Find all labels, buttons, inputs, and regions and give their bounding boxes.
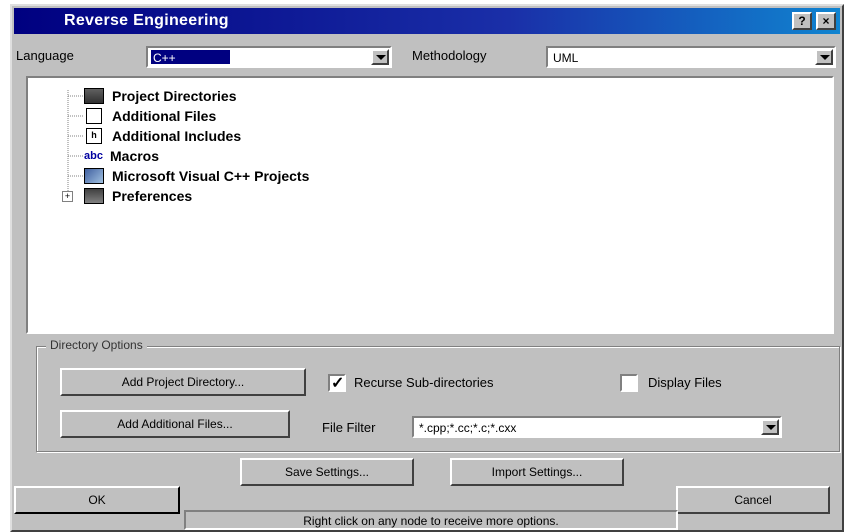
macro-icon: abc [84,150,103,162]
include-icon: h [86,128,102,144]
tree-item-macros[interactable]: abc Macros [84,146,159,166]
file-icon [86,108,102,124]
tree-item-additional-includes[interactable]: h Additional Includes [84,126,241,146]
status-bar: Right click on any node to receive more … [184,510,678,530]
vc-project-icon [84,168,104,184]
folder-icon [84,88,104,104]
display-files-checkbox[interactable] [620,374,638,392]
save-settings-button[interactable]: Save Settings... [240,458,414,486]
ok-button[interactable]: OK [14,486,180,514]
file-filter-select[interactable]: *.cpp;*.cc;*.c;*.cxx [412,416,782,438]
preferences-icon [84,188,104,204]
recurse-subdirectories-checkbox[interactable] [328,373,346,393]
file-filter-label: File Filter [322,420,376,435]
directory-options-label: Directory Options [46,338,147,352]
cancel-button[interactable]: Cancel [676,486,830,514]
display-files-label: Display Files [648,375,722,390]
expand-preferences-icon[interactable]: + [62,191,73,202]
chevron-down-icon[interactable] [761,419,779,435]
tree-item-additional-files[interactable]: Additional Files [84,106,216,126]
tree-item-project-directories[interactable]: Project Directories [84,86,237,106]
add-project-directory-button[interactable]: Add Project Directory... [60,368,306,396]
add-additional-files-button[interactable]: Add Additional Files... [60,410,290,438]
file-filter-value: *.cpp;*.cc;*.c;*.cxx [419,421,517,435]
tree-item-preferences[interactable]: Preferences [84,186,192,206]
tree-item-visual-cpp-projects[interactable]: Microsoft Visual C++ Projects [84,166,309,186]
tree-lines [67,90,84,196]
import-settings-button[interactable]: Import Settings... [450,458,624,486]
recurse-subdirectories-label: Recurse Sub-directories [354,375,494,390]
